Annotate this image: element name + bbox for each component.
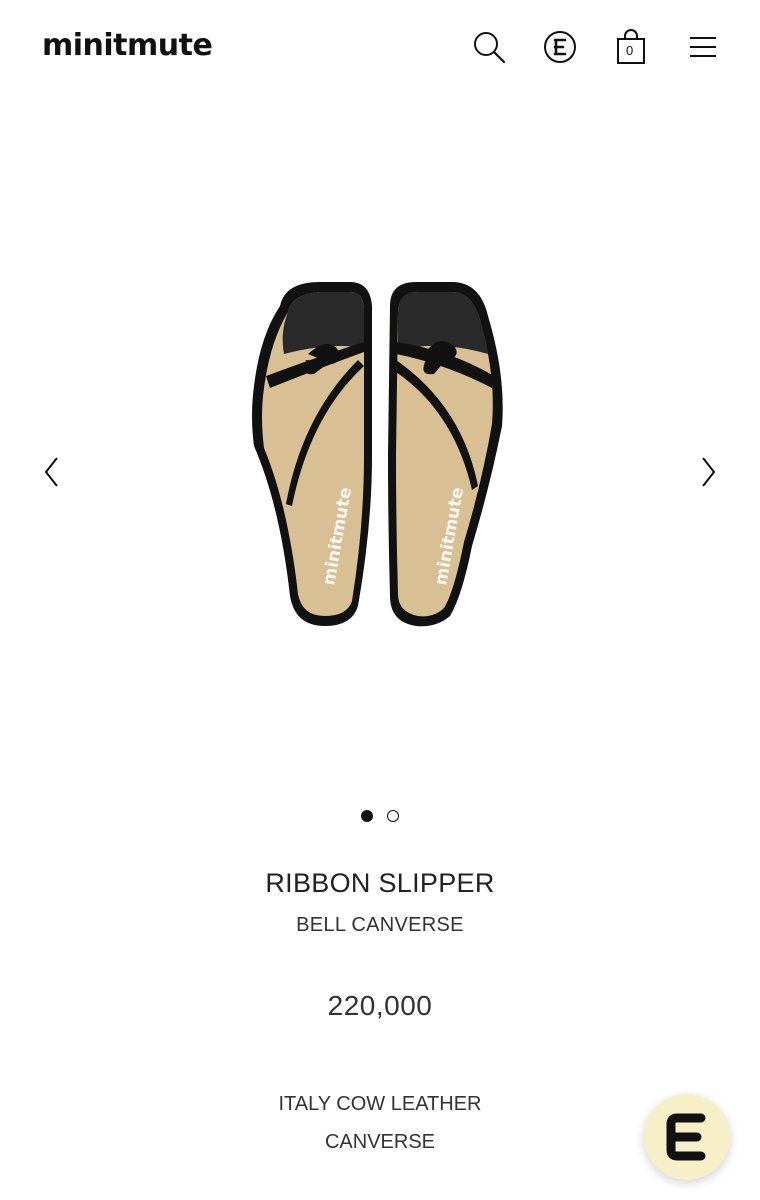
gallery-next-button[interactable] bbox=[694, 452, 724, 492]
product-price: 220,000 bbox=[327, 990, 433, 1021]
site-logo[interactable]: minitmute bbox=[42, 28, 213, 63]
pagination-dot-2[interactable] bbox=[387, 810, 399, 822]
search-button[interactable] bbox=[470, 28, 508, 66]
app-e-logo-icon bbox=[666, 1113, 706, 1161]
floating-app-button[interactable] bbox=[644, 1094, 730, 1180]
gallery-pagination bbox=[0, 810, 760, 822]
product-gallery: minitmute minitmute bbox=[0, 180, 760, 760]
product-name: RIBBON SLIPPER bbox=[265, 868, 495, 898]
currency-button[interactable] bbox=[541, 28, 579, 66]
hamburger-menu-icon bbox=[690, 37, 716, 57]
cart-button[interactable]: 0 bbox=[612, 28, 650, 66]
product-material-line1: ITALY COW LEATHER bbox=[278, 1093, 482, 1115]
menu-button[interactable] bbox=[684, 28, 722, 66]
chevron-left-icon bbox=[44, 457, 58, 487]
gallery-prev-button[interactable] bbox=[36, 452, 66, 492]
product-image: minitmute minitmute bbox=[252, 282, 503, 627]
site-header: minitmute 0 bbox=[0, 0, 760, 96]
product-color: BELL CANVERSE bbox=[296, 914, 464, 936]
search-icon bbox=[474, 32, 506, 64]
cart-count: 0 bbox=[626, 43, 634, 58]
left-slipper: minitmute bbox=[252, 282, 372, 626]
right-slipper: minitmute bbox=[388, 282, 503, 627]
currency-e-icon bbox=[544, 31, 576, 63]
pagination-dot-1[interactable] bbox=[361, 810, 373, 822]
chevron-right-icon bbox=[702, 457, 716, 487]
